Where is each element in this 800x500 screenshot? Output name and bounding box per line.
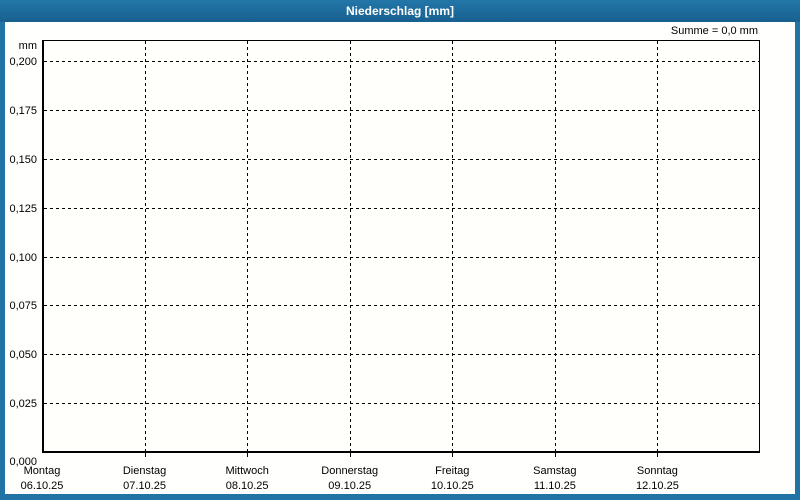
x-tick-mark [452,453,454,457]
x-date-label: 09.10.25 [328,480,372,492]
v-gridline [554,41,556,451]
y-tick-label: 0,025 [9,398,37,411]
sum-annotation: Summe = 0,0 mm [670,25,758,37]
x-day-label: Sonntag [636,465,678,477]
v-gridline [349,41,351,451]
x-day-label: Dienstag [122,465,167,477]
h-gridline [44,109,759,111]
x-tick-mark [657,453,659,457]
v-gridline [144,41,146,451]
h-gridline [44,207,759,209]
y-tick-label: 0,050 [9,349,37,362]
x-date-label: 07.10.25 [123,480,166,492]
x-date-label: 06.10.25 [20,480,64,492]
y-tick-label: 0,175 [9,104,37,117]
x-date-label: 10.10.25 [430,480,474,492]
x-day-label: Freitag [435,465,470,477]
x-tick-mark [349,453,351,457]
window-title: Niederschlag [mm] [345,4,455,18]
x-day-label: Mittwoch [225,465,269,477]
h-gridline [44,158,759,160]
y-tick-label: 0,125 [9,202,37,215]
h-gridline [44,256,759,258]
window-frame-right [795,22,800,500]
x-day-label: Donnerstag [321,465,379,477]
h-gridline [44,403,759,405]
plot-area [42,40,760,453]
v-gridline [452,41,454,451]
v-gridline [247,41,249,451]
window-frame-bottom [0,494,800,500]
y-tick-label: 0,200 [9,56,37,68]
x-day-label: Samstag [533,465,577,477]
h-gridline [44,354,759,356]
x-date-label: 11.10.25 [533,480,576,492]
v-gridline [657,41,659,451]
y-axis-unit-label: mm [18,40,37,52]
y-tick-label: 0,075 [9,300,37,313]
x-day-label: Montag [23,465,61,477]
x-tick-mark [247,453,249,457]
chart-window: Niederschlag [mm] Summe = 0,0 mm mm 0,00… [0,0,800,500]
x-date-label: 12.10.25 [636,480,679,492]
x-tick-mark [144,453,146,457]
window-titlebar: Niederschlag [mm] [0,0,800,22]
y-tick-label: 0,100 [9,251,37,264]
h-gridline [44,61,759,62]
y-tick-label: 0,150 [9,153,37,166]
x-date-label: 08.10.25 [225,480,269,492]
h-gridline [44,305,759,307]
x-tick-mark [554,453,556,457]
